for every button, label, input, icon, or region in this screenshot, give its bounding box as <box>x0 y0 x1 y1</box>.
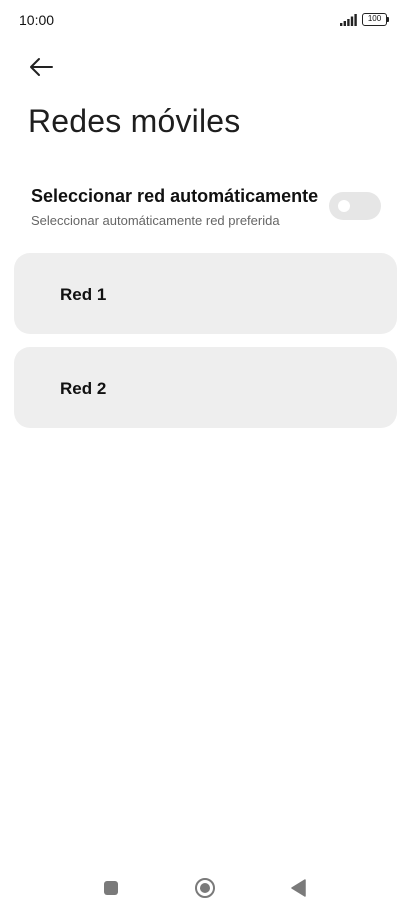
network-label: Red 2 <box>60 379 107 398</box>
back-arrow-icon[interactable] <box>26 53 56 81</box>
toggle-knob <box>338 200 350 212</box>
home-icon[interactable] <box>194 877 216 899</box>
navigation-bar <box>0 860 411 914</box>
status-bar: 10:00 100 <box>0 0 411 40</box>
signal-icon <box>340 14 357 26</box>
auto-select-toggle[interactable] <box>329 192 381 220</box>
network-item-red-2[interactable]: Red 2 <box>14 347 397 428</box>
auto-select-title: Seleccionar red automáticamente <box>31 186 319 206</box>
auto-select-row[interactable]: Seleccionar red automáticamente Seleccio… <box>0 178 411 238</box>
network-item-red-1[interactable]: Red 1 <box>14 253 397 334</box>
network-label: Red 1 <box>60 285 107 304</box>
recents-icon[interactable] <box>104 881 118 895</box>
auto-select-subtitle: Seleccionar automáticamente red preferid… <box>31 213 280 228</box>
back-icon[interactable] <box>290 879 306 897</box>
status-time: 10:00 <box>19 12 55 28</box>
page-title: Redes móviles <box>28 103 241 139</box>
battery-icon: 100 <box>362 13 390 26</box>
battery-level: 100 <box>362 13 387 26</box>
battery-tip <box>387 17 389 22</box>
screen: 10:00 100 Redes móviles Seleccionar red … <box>0 0 411 914</box>
